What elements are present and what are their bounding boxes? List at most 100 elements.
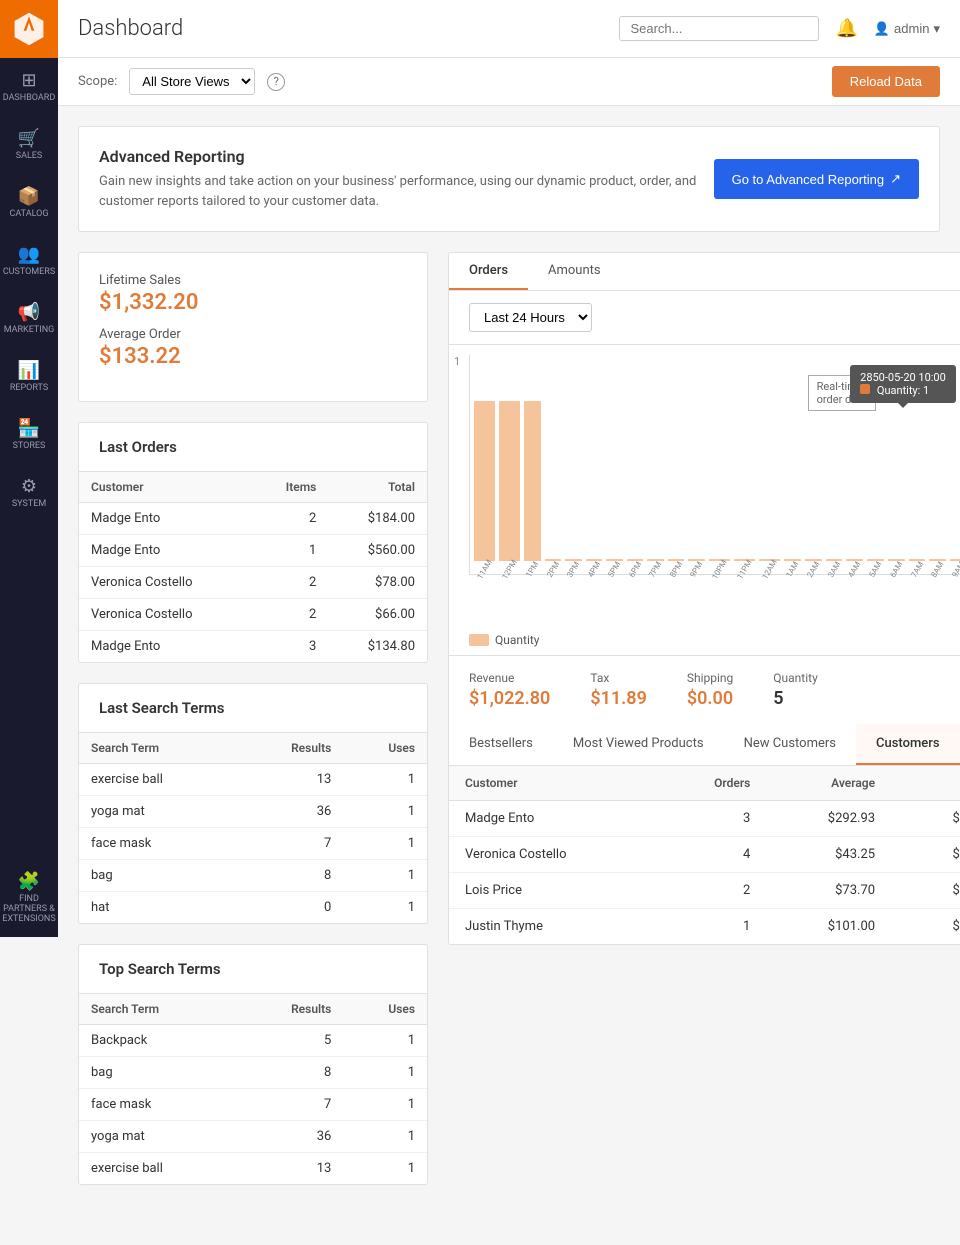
bar-label: 2PM xyxy=(545,560,561,579)
system-icon: ⚙ xyxy=(21,476,37,497)
sidebar-item-dashboard-label: DASHBOARD xyxy=(3,94,55,104)
cust-total-3: $101.00 xyxy=(891,909,960,945)
search-input[interactable] xyxy=(619,16,819,41)
magento-logo-icon xyxy=(11,11,47,47)
bar-wrapper: 11AM xyxy=(474,401,495,574)
sidebar-item-extensions[interactable]: 🧩 FIND PARTNERS & EXTENSIONS xyxy=(0,869,58,927)
sidebar-item-dashboard[interactable]: ⊞ DASHBOARD xyxy=(0,58,58,116)
col-customer: Customer xyxy=(79,472,253,503)
lifetime-sales-label: Lifetime Sales xyxy=(99,273,407,288)
avg-order-stat: Average Order $133.22 xyxy=(99,327,407,369)
table-row: bag 8 1 xyxy=(79,860,427,892)
cust-total-1: $173.00 xyxy=(891,837,960,873)
scope-bar: Scope: All Store Views ? Reload Data xyxy=(58,58,960,106)
tab-orders[interactable]: Orders xyxy=(449,253,528,290)
bar-label: 7PM xyxy=(648,560,664,579)
order-items-1: 1 xyxy=(253,535,329,567)
bar-wrapper: 3AM xyxy=(826,559,843,574)
customers-table: Customer Orders Average Total Madge Ento… xyxy=(449,766,960,944)
cust-avg-0: $292.93 xyxy=(766,801,891,837)
search-uses-1: 1 xyxy=(343,796,427,828)
admin-label: admin xyxy=(894,21,929,36)
last-orders-table: Customer Items Total Madge Ento 2 $184.0… xyxy=(79,472,427,662)
customers-icon: 👥 xyxy=(18,244,40,265)
scope-select[interactable]: All Store Views xyxy=(129,68,255,95)
table-row: yoga mat 36 1 xyxy=(79,1121,427,1153)
search-results-3: 8 xyxy=(237,860,343,892)
top-search-terms-table: Search Term Results Uses Backpack 5 1bag… xyxy=(79,994,427,1184)
bar-label: 11PM xyxy=(735,558,753,581)
sidebar-item-catalog[interactable]: 📦 CATALOG xyxy=(0,174,58,232)
bar xyxy=(524,401,541,561)
top-uses-3: 1 xyxy=(343,1121,427,1153)
advanced-reporting-button-label: Go to Advanced Reporting xyxy=(732,172,885,187)
chart-stats: Revenue $1,022.80 Tax $11.89 Shipping $0… xyxy=(449,655,960,724)
cust-orders-1: 4 xyxy=(659,837,766,873)
search-uses-3: 1 xyxy=(343,860,427,892)
advanced-reporting-button[interactable]: Go to Advanced Reporting ↗ xyxy=(714,159,919,199)
search-term-2: face mask xyxy=(79,828,237,860)
advanced-reporting-title: Advanced Reporting xyxy=(99,147,714,166)
top-term-4: exercise ball xyxy=(79,1153,237,1185)
bar-wrapper: 7AM xyxy=(909,559,926,574)
tab-most-viewed[interactable]: Most Viewed Products xyxy=(553,724,724,765)
sidebar-item-stores[interactable]: 🏪 STORES xyxy=(0,406,58,464)
reload-button[interactable]: Reload Data xyxy=(832,66,940,97)
table-row: Veronica Costello 4 $43.25 $173.00 xyxy=(449,837,960,873)
customers-rows: Madge Ento 3 $292.93 $878.80Veronica Cos… xyxy=(449,801,960,945)
scope-label: Scope: xyxy=(78,74,117,89)
last-search-rows: exercise ball 13 1yoga mat 36 1face mask… xyxy=(79,764,427,924)
help-icon[interactable]: ? xyxy=(267,73,285,91)
tab-new-customers[interactable]: New Customers xyxy=(724,724,856,765)
last-orders-card: Last Orders Customer Items Total xyxy=(78,422,428,663)
sidebar-item-marketing[interactable]: 📢 MARKETING xyxy=(0,290,58,348)
sidebar-item-reports[interactable]: 📊 REPORTS xyxy=(0,348,58,406)
bar-wrapper: 2PM xyxy=(545,559,562,574)
top-term-2: face mask xyxy=(79,1089,237,1121)
sidebar-item-sales[interactable]: 🛒 SALES xyxy=(0,116,58,174)
tab-amounts[interactable]: Amounts xyxy=(528,253,621,290)
sidebar-item-customers[interactable]: 👥 CUSTOMERS xyxy=(0,232,58,290)
tax-label: Tax xyxy=(590,671,647,685)
search-term-0: exercise ball xyxy=(79,764,237,796)
last-search-terms-table: Search Term Results Uses exercise ball 1… xyxy=(79,733,427,923)
advanced-reporting-text: Advanced Reporting Gain new insights and… xyxy=(99,147,714,211)
sidebar: ⊞ DASHBOARD 🛒 SALES 📦 CATALOG 👥 CUSTOMER… xyxy=(0,0,58,937)
order-total-3: $66.00 xyxy=(328,599,427,631)
main-content: Dashboard 🔔 👤 admin ▾ Scope: All Store V… xyxy=(58,0,960,1245)
sidebar-item-stores-label: STORES xyxy=(13,442,46,452)
table-row: exercise ball 13 1 xyxy=(79,1153,427,1185)
notifications-icon[interactable]: 🔔 xyxy=(835,18,857,39)
tooltip-date: 2850-05-20 10:00 xyxy=(860,371,946,384)
avg-order-value: $133.22 xyxy=(99,344,407,369)
cust-total-2: $147.40 xyxy=(891,873,960,909)
search-term-1: yoga mat xyxy=(79,796,237,828)
shipping-value: $0.00 xyxy=(687,688,733,709)
cust-name-0: Madge Ento xyxy=(449,801,659,837)
admin-menu-button[interactable]: 👤 admin ▾ xyxy=(874,21,940,37)
cust-orders-0: 3 xyxy=(659,801,766,837)
bar-wrapper: 4PM xyxy=(586,559,603,574)
legend-color-box xyxy=(469,634,489,646)
bar-wrapper: 12PM xyxy=(499,401,520,574)
tab-bestsellers[interactable]: Bestsellers xyxy=(449,724,553,765)
top-term-0: Backpack xyxy=(79,1025,237,1057)
tab-customers[interactable]: Customers xyxy=(856,724,960,765)
table-row: Madge Ento 2 $184.00 xyxy=(79,503,427,535)
col-uses: Uses xyxy=(343,733,427,764)
page-title: Dashboard xyxy=(78,16,183,41)
table-row: bag 8 1 xyxy=(79,1057,427,1089)
logo[interactable] xyxy=(0,0,58,58)
search-term-3: bag xyxy=(79,860,237,892)
chart-card: Orders Amounts Last 24 Hours Last 7 Days… xyxy=(448,252,960,945)
last-orders-body: Customer Items Total Madge Ento 2 $184.0… xyxy=(79,472,427,662)
bar-wrapper: 7PM xyxy=(647,559,664,574)
top-search-terms-card: Top Search Terms Search Term Results Use… xyxy=(78,944,428,1185)
time-range-select[interactable]: Last 24 Hours Last 7 Days Last 30 Days L… xyxy=(469,303,592,332)
top-uses-1: 1 xyxy=(343,1057,427,1089)
sidebar-item-system[interactable]: ⚙ SYSTEM xyxy=(0,464,58,522)
bar-wrapper: 9PM xyxy=(688,559,705,574)
order-total-4: $134.80 xyxy=(328,631,427,663)
tax-stat: Tax $11.89 xyxy=(590,671,647,709)
top-search-terms-body: Search Term Results Uses Backpack 5 1bag… xyxy=(79,994,427,1184)
